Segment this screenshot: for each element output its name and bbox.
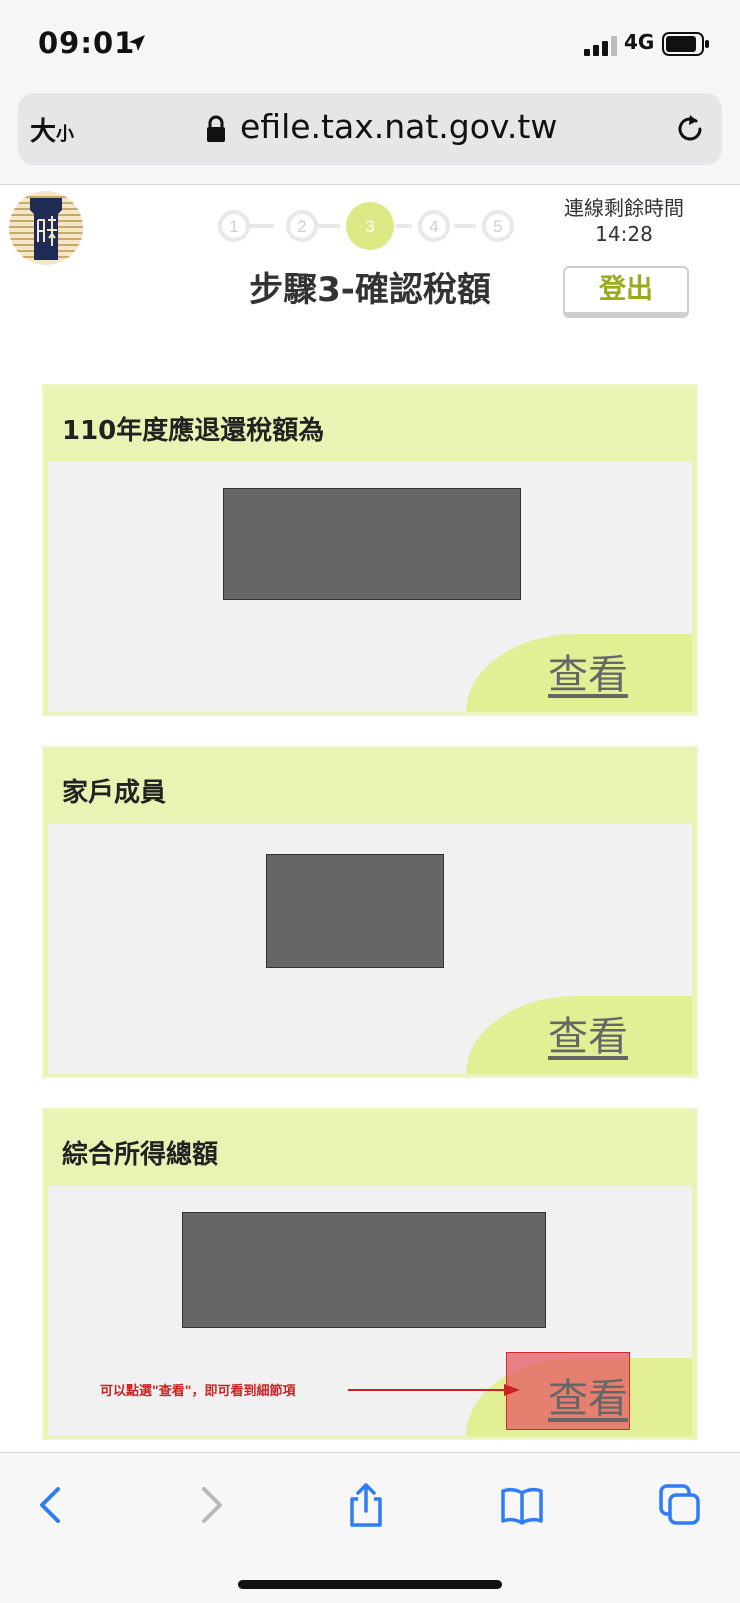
- address-bar[interactable]: 大小 efile.tax.nat.gov.tw: [18, 93, 722, 165]
- svg-text:2: 2: [297, 217, 306, 236]
- card-body: 查看: [48, 462, 692, 712]
- svg-text:5: 5: [493, 217, 502, 236]
- step-2: 2: [286, 210, 318, 242]
- annotation-text: 可以點選"查看"，即可看到細節項: [100, 1384, 296, 1399]
- svg-text:4: 4: [429, 217, 438, 236]
- logout-button[interactable]: 登出: [563, 266, 689, 318]
- svg-text:1: 1: [229, 217, 238, 236]
- status-bar: 09:01 4G: [0, 0, 740, 88]
- step-5: 5: [482, 210, 514, 242]
- back-icon[interactable]: [30, 1483, 74, 1527]
- card-title: 綜合所得總額: [62, 1140, 219, 1170]
- svg-text:3: 3: [365, 217, 374, 236]
- view-link[interactable]: 查看: [548, 642, 628, 700]
- card-title: 110年度應退還稅額為: [62, 416, 325, 446]
- tabs-icon[interactable]: [658, 1483, 702, 1527]
- network-type: 4G: [624, 30, 655, 54]
- view-link[interactable]: 查看: [548, 1366, 628, 1424]
- text-size-large-label: 大: [30, 117, 57, 147]
- redacted-value: [182, 1212, 546, 1328]
- battery-icon: [662, 32, 709, 56]
- location-arrow-icon: [129, 35, 145, 51]
- status-time: 09:01: [38, 26, 136, 60]
- redacted-value: [223, 488, 521, 600]
- text-size-small-label: 小: [56, 124, 75, 145]
- session-timer-value: 14:28: [595, 222, 653, 246]
- session-timer-label: 連線剩餘時間: [564, 196, 684, 220]
- view-area: 查看: [466, 634, 692, 712]
- lock-icon: [207, 115, 225, 142]
- refund-amount-card: 110年度應退還稅額為 查看: [42, 384, 698, 716]
- url-text[interactable]: efile.tax.nat.gov.tw: [240, 107, 557, 146]
- card-body: 查看: [48, 824, 692, 1074]
- page-title: 步驟3-確認稅額: [249, 270, 491, 310]
- step-4: 4: [418, 210, 450, 242]
- annotation-arrow-icon: [348, 1384, 520, 1396]
- forward-icon[interactable]: [188, 1483, 232, 1527]
- redacted-value: [266, 854, 444, 968]
- step-1: 1: [218, 210, 250, 242]
- home-indicator: [238, 1580, 502, 1589]
- view-link[interactable]: 查看: [548, 1004, 628, 1062]
- step-3-active: 3: [346, 202, 394, 250]
- bookmarks-icon[interactable]: [500, 1483, 544, 1527]
- signal-bars-icon: [584, 36, 617, 56]
- card-title: 家戶成員: [62, 778, 167, 808]
- ministry-logo: [9, 191, 83, 265]
- step-indicator: 1 2 3 4 5: [218, 202, 514, 250]
- share-icon[interactable]: [344, 1483, 388, 1527]
- reload-icon[interactable]: [674, 113, 706, 145]
- browser-address-area: 大小 efile.tax.nat.gov.tw: [0, 88, 740, 185]
- view-area: 查看: [466, 996, 692, 1074]
- text-size-button[interactable]: 大小: [30, 111, 74, 148]
- household-members-card: 家戶成員 查看: [42, 746, 698, 1078]
